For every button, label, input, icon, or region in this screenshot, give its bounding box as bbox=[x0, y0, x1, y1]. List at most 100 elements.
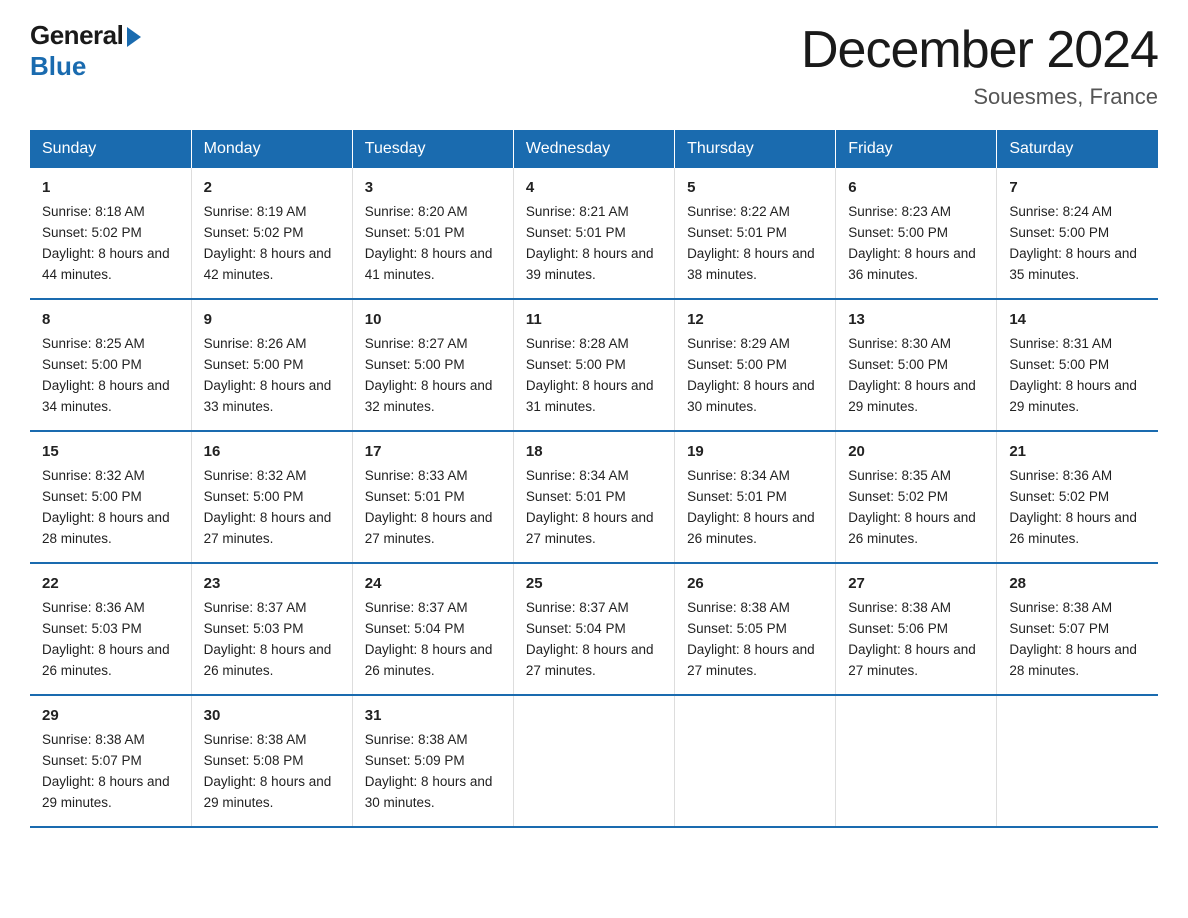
logo: General Blue bbox=[30, 20, 141, 82]
calendar-cell: 31Sunrise: 8:38 AMSunset: 5:09 PMDayligh… bbox=[352, 695, 513, 827]
daylight-label: Daylight: 8 hours and 27 minutes. bbox=[848, 642, 976, 678]
sunrise-label: Sunrise: 8:18 AM bbox=[42, 204, 145, 219]
day-number: 27 bbox=[848, 572, 984, 595]
sunset-label: Sunset: 5:08 PM bbox=[204, 753, 304, 768]
sunset-label: Sunset: 5:02 PM bbox=[848, 489, 948, 504]
daylight-label: Daylight: 8 hours and 41 minutes. bbox=[365, 246, 493, 282]
sunset-label: Sunset: 5:00 PM bbox=[687, 357, 787, 372]
calendar-cell: 30Sunrise: 8:38 AMSunset: 5:08 PMDayligh… bbox=[191, 695, 352, 827]
sunrise-label: Sunrise: 8:29 AM bbox=[687, 336, 790, 351]
calendar-week-row: 29 Sunrise: 8:38 AM Sunset: 5:07 PM Dayligh… bbox=[30, 695, 1158, 827]
header-tuesday: Tuesday bbox=[352, 130, 513, 168]
daylight-label: Daylight: 8 hours and 39 minutes. bbox=[526, 246, 654, 282]
sunset-label: Sunset: 5:01 PM bbox=[365, 489, 465, 504]
calendar-cell: 2Sunrise: 8:19 AMSunset: 5:02 PMDaylight… bbox=[191, 168, 352, 299]
sunrise-label: Sunrise: 8:21 AM bbox=[526, 204, 629, 219]
sunset-label: Sunset: 5:09 PM bbox=[365, 753, 465, 768]
daylight-label: Daylight: 8 hours and 30 minutes. bbox=[365, 774, 493, 810]
calendar-cell: 3Sunrise: 8:20 AMSunset: 5:01 PMDaylight… bbox=[352, 168, 513, 299]
daylight-label: Daylight: 8 hours and 38 minutes. bbox=[687, 246, 815, 282]
day-number: 4 bbox=[526, 176, 662, 199]
sunrise-label: Sunrise: 8:25 AM bbox=[42, 336, 145, 351]
day-number: 29 bbox=[42, 704, 179, 727]
calendar-cell: 13Sunrise: 8:30 AMSunset: 5:00 PMDayligh… bbox=[836, 299, 997, 431]
sunset-label: Sunset: 5:00 PM bbox=[848, 357, 948, 372]
sunset-label: Sunset: 5:03 PM bbox=[204, 621, 304, 636]
daylight-label: Daylight: 8 hours and 44 minutes. bbox=[42, 246, 170, 282]
calendar-cell: 7Sunrise: 8:24 AMSunset: 5:00 PMDaylight… bbox=[997, 168, 1158, 299]
sunset-label: Sunset: 5:00 PM bbox=[365, 357, 465, 372]
day-number: 20 bbox=[848, 440, 984, 463]
sunrise-label: Sunrise: 8:33 AM bbox=[365, 468, 468, 483]
sunrise-label: Sunrise: 8:38 AM bbox=[42, 732, 145, 747]
sunset-label: Sunset: 5:01 PM bbox=[526, 489, 626, 504]
day-number: 8 bbox=[42, 308, 179, 331]
daylight-label: Daylight: 8 hours and 32 minutes. bbox=[365, 378, 493, 414]
sunset-label: Sunset: 5:06 PM bbox=[848, 621, 948, 636]
calendar-week-row: 8 Sunrise: 8:25 AM Sunset: 5:00 PM Daylight… bbox=[30, 299, 1158, 431]
daylight-label: Daylight: 8 hours and 29 minutes. bbox=[42, 774, 170, 810]
day-number: 30 bbox=[204, 704, 340, 727]
calendar-cell: 10Sunrise: 8:27 AMSunset: 5:00 PMDayligh… bbox=[352, 299, 513, 431]
calendar-cell: 25 Sunrise: 8:37 AM Sunset: 5:04 PM Dayligh… bbox=[513, 563, 674, 695]
sunrise-label: Sunrise: 8:32 AM bbox=[42, 468, 145, 483]
sunrise-label: Sunrise: 8:26 AM bbox=[204, 336, 307, 351]
daylight-label: Daylight: 8 hours and 42 minutes. bbox=[204, 246, 332, 282]
day-number: 9 bbox=[204, 308, 340, 331]
daylight-label: Daylight: 8 hours and 26 minutes. bbox=[848, 510, 976, 546]
sunset-label: Sunset: 5:01 PM bbox=[687, 225, 787, 240]
daylight-label: Daylight: 8 hours and 27 minutes. bbox=[204, 510, 332, 546]
calendar-cell: 1Sunrise: 8:18 AMSunset: 5:02 PMDaylight… bbox=[30, 168, 191, 299]
daylight-label: Daylight: 8 hours and 35 minutes. bbox=[1009, 246, 1137, 282]
day-number: 24 bbox=[365, 572, 501, 595]
day-number: 28 bbox=[1009, 572, 1146, 595]
calendar-cell: 5Sunrise: 8:22 AMSunset: 5:01 PMDaylight… bbox=[675, 168, 836, 299]
calendar-cell: 27 Sunrise: 8:38 AM Sunset: 5:06 PM Dayligh… bbox=[836, 563, 997, 695]
sunset-label: Sunset: 5:00 PM bbox=[42, 489, 142, 504]
sunset-label: Sunset: 5:07 PM bbox=[42, 753, 142, 768]
sunset-label: Sunset: 5:04 PM bbox=[365, 621, 465, 636]
sunrise-label: Sunrise: 8:31 AM bbox=[1009, 336, 1112, 351]
calendar-cell: 29 Sunrise: 8:38 AM Sunset: 5:07 PM Dayligh… bbox=[30, 695, 191, 827]
day-number: 21 bbox=[1009, 440, 1146, 463]
daylight-label: Daylight: 8 hours and 36 minutes. bbox=[848, 246, 976, 282]
sunset-label: Sunset: 5:00 PM bbox=[204, 357, 304, 372]
sunrise-label: Sunrise: 8:20 AM bbox=[365, 204, 468, 219]
header-sunday: Sunday bbox=[30, 130, 191, 168]
calendar-cell bbox=[836, 695, 997, 827]
sunset-label: Sunset: 5:02 PM bbox=[1009, 489, 1109, 504]
calendar-cell: 18Sunrise: 8:34 AMSunset: 5:01 PMDayligh… bbox=[513, 431, 674, 563]
calendar-cell: 17Sunrise: 8:33 AMSunset: 5:01 PMDayligh… bbox=[352, 431, 513, 563]
day-number: 14 bbox=[1009, 308, 1146, 331]
sunset-label: Sunset: 5:01 PM bbox=[365, 225, 465, 240]
daylight-label: Daylight: 8 hours and 27 minutes. bbox=[526, 642, 654, 678]
day-number: 16 bbox=[204, 440, 340, 463]
sunset-label: Sunset: 5:01 PM bbox=[526, 225, 626, 240]
sunrise-label: Sunrise: 8:36 AM bbox=[42, 600, 145, 615]
day-number: 17 bbox=[365, 440, 501, 463]
sunrise-label: Sunrise: 8:35 AM bbox=[848, 468, 951, 483]
sunrise-label: Sunrise: 8:38 AM bbox=[687, 600, 790, 615]
day-number: 13 bbox=[848, 308, 984, 331]
daylight-label: Daylight: 8 hours and 29 minutes. bbox=[204, 774, 332, 810]
calendar-cell: 14Sunrise: 8:31 AMSunset: 5:00 PMDayligh… bbox=[997, 299, 1158, 431]
day-number: 25 bbox=[526, 572, 662, 595]
calendar-cell: 4 Sunrise: 8:21 AM Sunset: 5:01 PM Daylight… bbox=[513, 168, 674, 299]
daylight-label: Daylight: 8 hours and 28 minutes. bbox=[1009, 642, 1137, 678]
sunrise-label: Sunrise: 8:37 AM bbox=[204, 600, 307, 615]
day-number: 15 bbox=[42, 440, 179, 463]
sunrise-label: Sunrise: 8:38 AM bbox=[848, 600, 951, 615]
sunset-label: Sunset: 5:00 PM bbox=[42, 357, 142, 372]
sunrise-label: Sunrise: 8:34 AM bbox=[526, 468, 629, 483]
calendar-header-row: SundayMondayTuesdayWednesdayThursdayFrid… bbox=[30, 130, 1158, 168]
sunset-label: Sunset: 5:00 PM bbox=[526, 357, 626, 372]
sunset-label: Sunset: 5:04 PM bbox=[526, 621, 626, 636]
sunset-label: Sunset: 5:02 PM bbox=[204, 225, 304, 240]
sunrise-label: Sunrise: 8:32 AM bbox=[204, 468, 307, 483]
daylight-label: Daylight: 8 hours and 27 minutes. bbox=[687, 642, 815, 678]
sunrise-label: Sunrise: 8:34 AM bbox=[687, 468, 790, 483]
calendar-week-row: 1Sunrise: 8:18 AMSunset: 5:02 PMDaylight… bbox=[30, 168, 1158, 299]
daylight-label: Daylight: 8 hours and 34 minutes. bbox=[42, 378, 170, 414]
calendar-cell: 8 Sunrise: 8:25 AM Sunset: 5:00 PM Daylight… bbox=[30, 299, 191, 431]
sunrise-label: Sunrise: 8:37 AM bbox=[526, 600, 629, 615]
